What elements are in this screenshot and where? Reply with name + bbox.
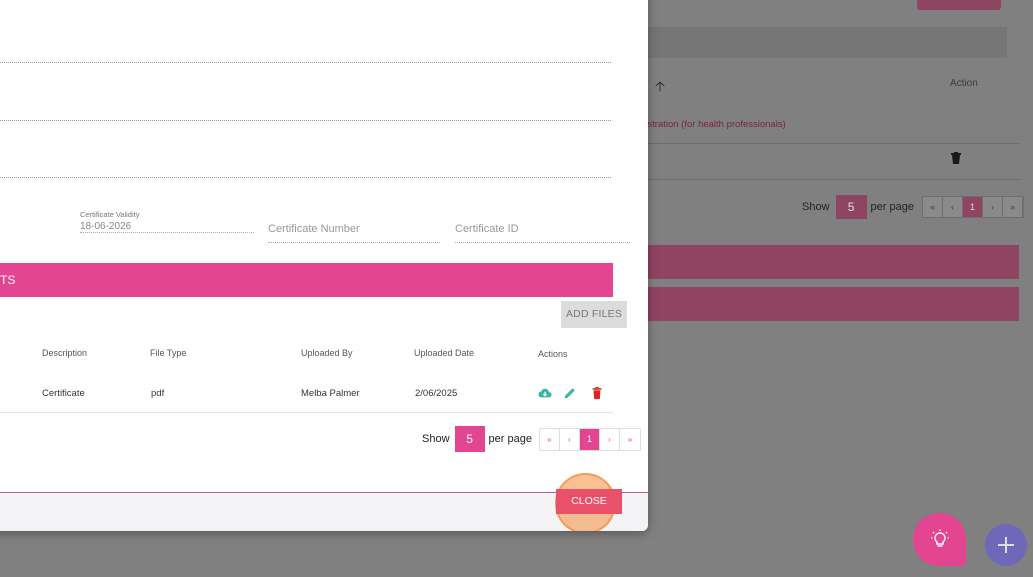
certificate-id-field[interactable]: Certificate ID: [455, 223, 630, 243]
show-label: Show: [422, 433, 450, 445]
lightbulb-icon: [930, 529, 949, 547]
field-underline: [0, 177, 611, 178]
certificate-number-field[interactable]: Certificate Number: [268, 223, 440, 243]
show-label: Show: [802, 201, 830, 213]
column-uploaded-date: Uploaded Date: [414, 348, 475, 358]
prev-page-button[interactable]: ‹: [559, 428, 580, 450]
field-underline: [268, 242, 440, 243]
page-size-select[interactable]: 5: [835, 195, 867, 219]
table-row-divider: [0, 412, 613, 413]
cell-file-type: pdf: [151, 388, 165, 399]
documents-section-header: TS: [0, 263, 613, 297]
column-actions: Actions: [538, 349, 568, 359]
plus-icon: [998, 537, 1014, 553]
background-section-bar[interactable]: [640, 287, 1019, 321]
modal-footer: [0, 492, 648, 531]
documents-modal: Certificate Validity 18-06-2026 Certific…: [0, 0, 648, 531]
prev-page-button[interactable]: ‹: [942, 197, 963, 217]
background-header-bar: [640, 27, 1007, 58]
pencil-icon[interactable]: [563, 386, 577, 400]
background-top-button[interactable]: [917, 0, 1001, 10]
column-uploaded-by: Uploaded By: [301, 348, 353, 358]
per-page-label: per page: [870, 201, 914, 213]
page-size-select[interactable]: 5: [454, 426, 485, 452]
add-button[interactable]: [985, 524, 1027, 566]
certificate-number-input[interactable]: Certificate Number: [268, 223, 440, 235]
cell-description: Certificate: [42, 388, 85, 399]
cell-uploaded-date: 2/06/2025: [415, 388, 458, 399]
current-page-button[interactable]: 1: [962, 197, 983, 217]
background-section-bar[interactable]: [640, 245, 1019, 279]
background-registration-link[interactable]: gistration (for health professionals): [640, 119, 786, 130]
last-page-button[interactable]: »: [619, 428, 640, 450]
cloud-download-icon[interactable]: [538, 386, 552, 400]
next-page-button[interactable]: ›: [599, 428, 620, 450]
first-page-button[interactable]: «: [922, 197, 943, 217]
column-description: Description: [42, 348, 88, 358]
close-button[interactable]: CLOSE: [556, 489, 622, 514]
current-page-button[interactable]: 1: [579, 428, 600, 450]
certificate-id-input[interactable]: Certificate ID: [455, 223, 630, 235]
add-files-button[interactable]: ADD FILES: [561, 301, 627, 328]
sort-ascending-icon[interactable]: 🡡: [655, 76, 665, 100]
first-page-button[interactable]: «: [539, 428, 560, 450]
next-page-button[interactable]: ›: [982, 197, 1003, 217]
field-underline: [0, 120, 611, 121]
field-underline: [0, 62, 611, 63]
column-file-type: File Type: [150, 348, 187, 358]
certificate-validity-field[interactable]: Certificate Validity 18-06-2026: [80, 210, 254, 233]
certificate-validity-label: Certificate Validity: [80, 210, 140, 219]
field-underline: [455, 242, 630, 243]
background-column-action: Action: [950, 78, 978, 89]
background-pagination: Show 5 per page « ‹ 1 › »: [802, 195, 1024, 219]
per-page-label: per page: [488, 433, 532, 445]
last-page-button[interactable]: »: [1002, 197, 1023, 217]
background-row-divider: [640, 143, 1020, 144]
documents-pagination: Show 5 per page « ‹ 1 › »: [422, 426, 641, 452]
delete-icon[interactable]: [590, 386, 604, 400]
certificate-validity-value[interactable]: 18-06-2026: [80, 221, 254, 232]
trash-icon[interactable]: [951, 152, 961, 164]
field-underline: [80, 232, 254, 233]
background-row-divider: [640, 179, 1020, 180]
cell-uploaded-by: Melba Palmer: [301, 388, 360, 399]
ideas-button[interactable]: [913, 513, 966, 566]
